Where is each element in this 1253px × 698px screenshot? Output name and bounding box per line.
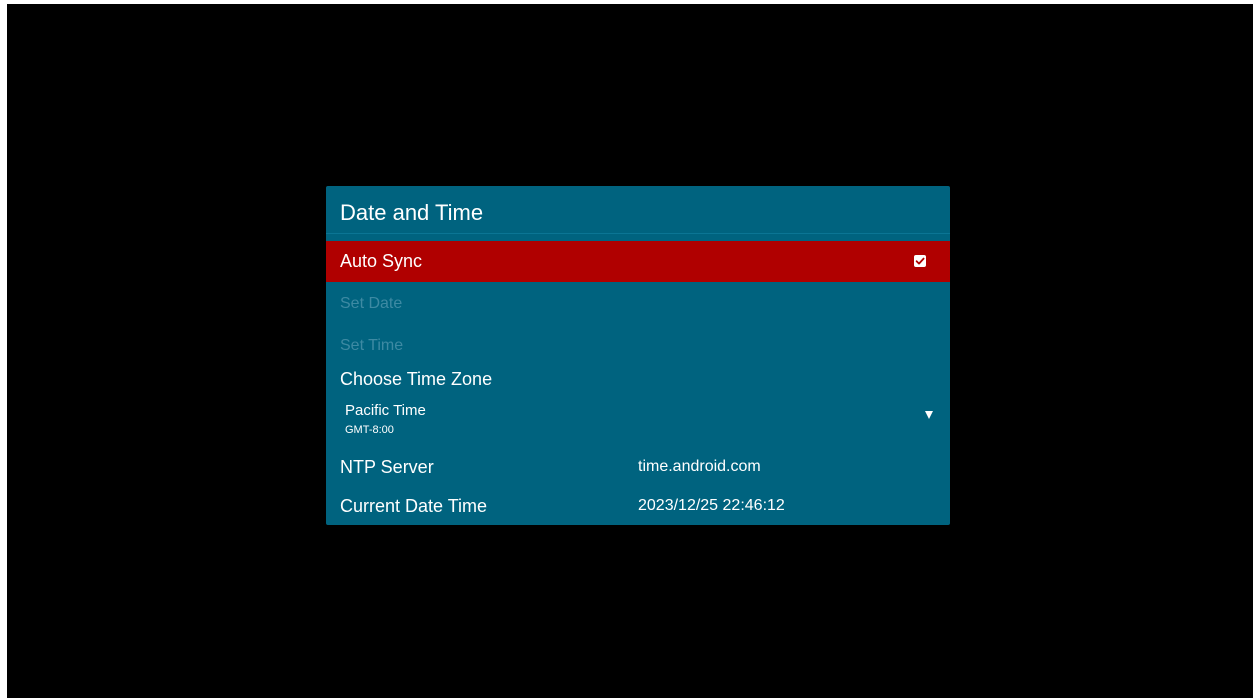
tv-screen: Date and Time Auto Sync Set Date Set Tim… (7, 4, 1253, 698)
current-date-time-label: Current Date Time (340, 496, 488, 516)
set-date-row[interactable]: Set Date (326, 282, 950, 322)
time-zone-name: Pacific Time (345, 402, 426, 419)
ntp-server-label: NTP Server (340, 457, 434, 477)
current-date-time-row: Current Date Time 2023/12/25 22:46:12 (326, 495, 950, 521)
triangle-down-icon[interactable] (925, 411, 933, 419)
auto-sync-row[interactable]: Auto Sync (326, 241, 950, 282)
auto-sync-label: Auto Sync (340, 251, 423, 271)
dialog-title: Date and Time (340, 200, 484, 225)
time-zone-offset: GMT-8:00 (345, 424, 394, 436)
ntp-server-row[interactable]: NTP Server time.android.com (326, 456, 950, 482)
time-zone-heading-row: Choose Time Zone (326, 368, 950, 394)
checkbox-checked-icon[interactable] (914, 255, 926, 267)
title-divider (326, 233, 950, 234)
set-date-label: Set Date (340, 295, 403, 312)
set-time-row[interactable]: Set Time (326, 324, 950, 364)
ntp-server-value: time.android.com (638, 458, 761, 475)
time-zone-heading: Choose Time Zone (340, 369, 493, 389)
current-date-time-value: 2023/12/25 22:46:12 (638, 497, 785, 514)
date-time-dialog: Date and Time Auto Sync Set Date Set Tim… (326, 186, 950, 525)
set-time-label: Set Time (340, 337, 404, 354)
time-zone-dropdown[interactable]: Pacific Time GMT-8:00 (326, 401, 950, 441)
